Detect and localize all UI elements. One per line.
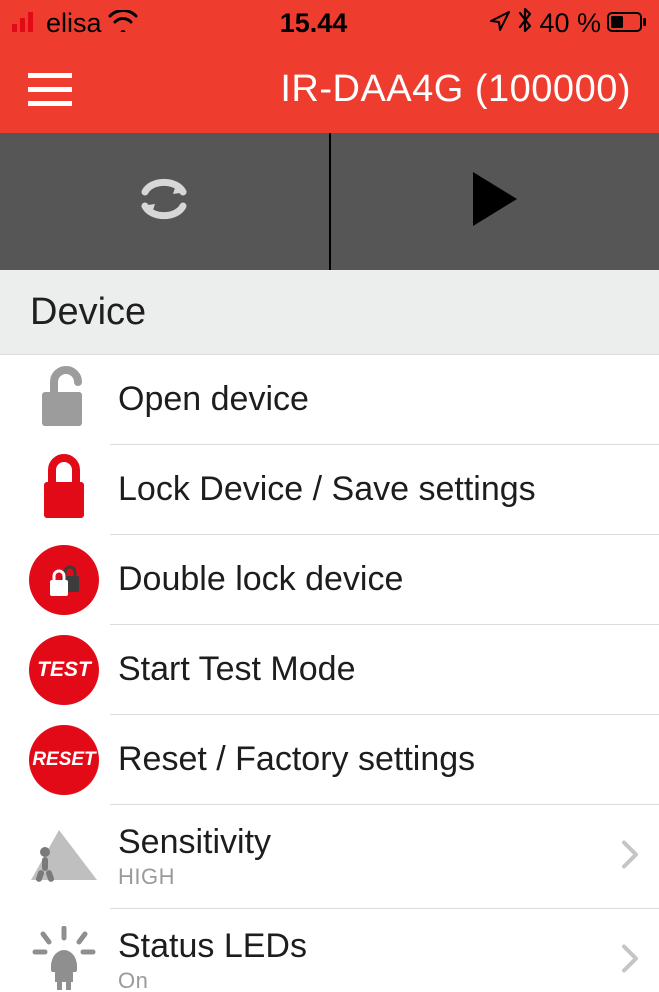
- device-list: Open device Lock Device / Save settings: [0, 355, 659, 992]
- row-label: Status LEDs: [118, 927, 659, 966]
- play-button[interactable]: [329, 133, 659, 270]
- row-test-mode[interactable]: TEST Start Test Mode: [0, 625, 659, 715]
- signal-icon: [12, 8, 40, 39]
- unlock-icon: [34, 364, 94, 437]
- row-lock-device[interactable]: Lock Device / Save settings: [0, 445, 659, 535]
- battery-text: 40 %: [539, 8, 601, 39]
- row-label: Start Test Mode: [118, 650, 659, 689]
- status-time: 15.44: [280, 8, 348, 39]
- row-label: Open device: [118, 380, 659, 419]
- row-double-lock[interactable]: Double lock device: [0, 535, 659, 625]
- app-header: IR-DAA4G (100000): [0, 46, 659, 133]
- wifi-icon: [108, 8, 138, 39]
- row-sensitivity[interactable]: Sensitivity HIGH: [0, 805, 659, 909]
- status-right: 40 %: [489, 7, 647, 40]
- row-label: Sensitivity: [118, 823, 659, 862]
- menu-button[interactable]: [28, 73, 72, 106]
- row-value: HIGH: [118, 864, 659, 890]
- chevron-right-icon: [621, 943, 639, 978]
- section-header-device: Device: [0, 270, 659, 355]
- row-label: Lock Device / Save settings: [118, 470, 659, 509]
- led-icon: [29, 926, 99, 992]
- location-icon: [489, 8, 511, 39]
- action-bar: [0, 133, 659, 270]
- row-value: On: [118, 968, 659, 992]
- battery-icon: [607, 8, 647, 39]
- sensitivity-icon: [25, 824, 103, 891]
- row-status-leds[interactable]: Status LEDs On: [0, 909, 659, 992]
- row-reset[interactable]: RESET Reset / Factory settings: [0, 715, 659, 805]
- status-left: elisa: [12, 8, 138, 39]
- play-icon: [467, 168, 523, 235]
- page-title: IR-DAA4G (100000): [280, 68, 631, 111]
- reset-icon: RESET: [29, 725, 99, 795]
- sync-icon: [133, 174, 195, 229]
- sync-button[interactable]: [0, 133, 329, 270]
- chevron-right-icon: [621, 839, 639, 874]
- row-label: Reset / Factory settings: [118, 740, 659, 779]
- double-lock-icon: [29, 545, 99, 615]
- test-icon: TEST: [29, 635, 99, 705]
- lock-icon: [36, 452, 92, 529]
- bluetooth-icon: [517, 7, 533, 40]
- row-label: Double lock device: [118, 560, 659, 599]
- row-open-device[interactable]: Open device: [0, 355, 659, 445]
- status-bar: elisa 15.44 40 %: [0, 0, 659, 46]
- carrier-label: elisa: [46, 8, 102, 39]
